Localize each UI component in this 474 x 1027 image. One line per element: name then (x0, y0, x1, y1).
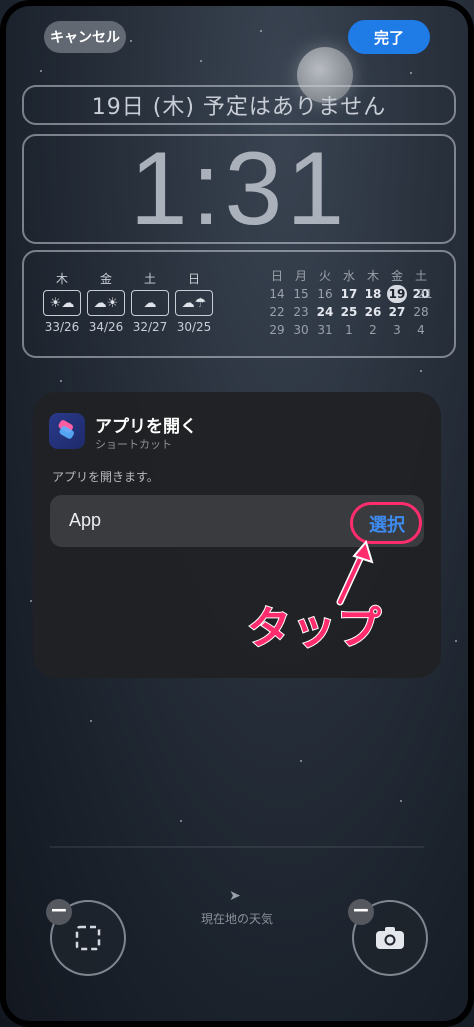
calendar-week-row: 29 30 31 1 2 3 4 (265, 321, 433, 339)
calendar-week-row: 14 15 16 17 18 19 20 (265, 285, 433, 303)
calendar-weekday: 金 (390, 269, 403, 283)
calendar-date: 3 (393, 323, 401, 337)
weather-temp: 30/25 (176, 320, 212, 334)
cloud-sun-icon: ☁☀ (87, 290, 125, 316)
empty-slot-icon (75, 925, 101, 951)
calendar-date: 28 (413, 305, 429, 319)
calendar-date: 22 (269, 305, 285, 319)
cloud-icon: ☁ (131, 290, 169, 316)
divider (50, 846, 424, 848)
location-arrow-icon: ➤ (229, 888, 241, 904)
shortcuts-app-icon (49, 413, 85, 449)
calendar-weekday: 水 (342, 269, 355, 283)
sun-cloud-icon: ☀☁ (43, 290, 81, 316)
calendar-date: 24 (316, 305, 334, 319)
clock-time: 1:31 (129, 130, 349, 247)
calendar-date: 31 (317, 323, 333, 337)
clock-slot[interactable]: 1:31 (22, 130, 456, 247)
weather-temp: 33/26 (44, 320, 80, 334)
calendar-date: 16 (317, 287, 333, 301)
calendar-date: 29 (269, 323, 285, 337)
calendar-date: 4 (417, 323, 425, 337)
calendar-date: 1 (345, 323, 353, 337)
select-app-button[interactable]: 選択 (369, 511, 405, 537)
action-description: アプリを開きます。 (52, 470, 159, 484)
calendar-date: 30 (293, 323, 309, 337)
weather-day: 金 ☁☀ 34/26 (86, 270, 126, 334)
calendar-date: 15 (293, 287, 309, 301)
annotation-tap-label: タップ (246, 602, 382, 655)
weather-day: 日 ☁☂ 30/25 (174, 270, 214, 334)
calendar-weekday: 火 (318, 269, 331, 283)
weather-day-label: 木 (55, 272, 68, 286)
calendar-weekday: 月 (294, 269, 307, 283)
calendar-date: 17 (340, 287, 358, 301)
app-parameter-label: App (69, 510, 102, 530)
camera-icon (376, 927, 404, 949)
calendar-date: 21 (417, 287, 433, 301)
calendar-today-label: 19 (387, 285, 407, 303)
cancel-button[interactable]: キャンセル (44, 21, 126, 53)
weather-day-label: 金 (99, 272, 112, 286)
calendar-date: 2 (369, 323, 377, 337)
weather-temp: 32/27 (132, 320, 168, 334)
weather-day-label: 土 (143, 272, 156, 286)
calendar-date: 26 (364, 305, 382, 319)
calendar-date: 18 (364, 287, 382, 301)
weather-day-label: 日 (187, 272, 200, 286)
calendar-weekday-row: 日 月 火 水 木 金 土 (265, 267, 433, 285)
action-subtitle: ショートカット (95, 438, 172, 451)
calendar-week-row: 22 23 24 25 26 27 28 (265, 303, 433, 321)
calendar-date: 23 (293, 305, 309, 319)
weather-day: 木 ☀☁ 33/26 (42, 270, 82, 334)
calendar-date: 27 (388, 305, 406, 319)
weather-temp: 34/26 (88, 320, 124, 334)
location-weather-label: 現在地の天気 (200, 912, 273, 926)
calendar-date-today: 19 (385, 285, 409, 303)
calendar-date: 25 (340, 305, 358, 319)
date-widget-slot[interactable]: 19日 (木) 予定はありません (22, 85, 456, 125)
cloud-rain-icon: ☁☂ (175, 290, 213, 316)
date-line: 19日 (木) 予定はありません (91, 95, 387, 120)
calendar-weekday: 土 (414, 269, 427, 283)
calendar-widget[interactable]: 日 月 火 水 木 金 土 14 15 16 17 18 19 20 22 23… (265, 267, 433, 339)
action-title: アプリを開く (95, 417, 197, 437)
calendar-date: 14 (269, 287, 285, 301)
calendar-weekday: 日 (270, 269, 283, 283)
done-button[interactable]: 完了 (348, 20, 430, 54)
weather-day: 土 ☁ 32/27 (130, 270, 170, 334)
calendar-weekday: 木 (366, 269, 379, 283)
